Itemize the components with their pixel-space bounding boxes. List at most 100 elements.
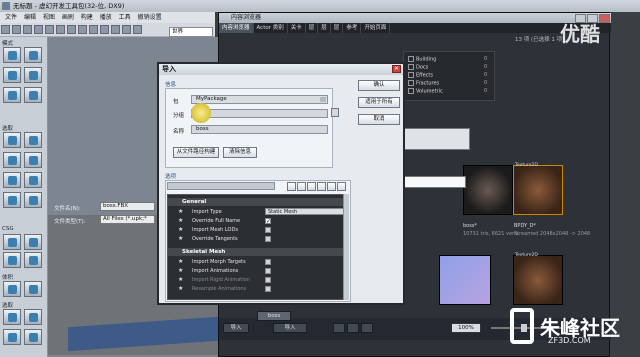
resample-animations-checkbox[interactable] (265, 286, 271, 292)
view-grid-icon[interactable] (347, 323, 359, 333)
file-type-select[interactable]: All Files (*.upk;* (100, 215, 155, 224)
select-invert-button[interactable] (3, 329, 21, 345)
thumb-normal-map[interactable] (439, 255, 491, 305)
mesh-paint-button[interactable] (3, 87, 21, 103)
show-all-button[interactable] (24, 309, 42, 325)
browse-icon[interactable] (331, 108, 339, 117)
filter-docs[interactable]: Docs 0 (408, 64, 487, 71)
star-icon[interactable]: ★ (178, 285, 183, 293)
play-icon[interactable] (133, 25, 142, 34)
lighting-icon[interactable] (111, 25, 120, 34)
tab-actor-classes[interactable]: Actor 类别 (254, 23, 288, 33)
csg-intersect-button[interactable] (3, 252, 21, 268)
menu-edit[interactable]: 编辑 (24, 14, 36, 21)
import-type-select[interactable]: Static Mesh (265, 208, 347, 215)
menu-view[interactable]: 视图 (43, 14, 55, 21)
show-selected-button[interactable] (24, 329, 42, 345)
view-split-icon[interactable] (361, 323, 373, 333)
menu-undo-settings[interactable]: 撤销设置 (138, 14, 162, 21)
import-button[interactable]: 导入 (273, 323, 307, 333)
hide-selected-button[interactable] (3, 309, 21, 325)
menu-build[interactable]: 构建 (81, 14, 93, 21)
star-icon[interactable]: ★ (178, 258, 183, 266)
csg-subtract-button[interactable] (24, 234, 42, 250)
filter-fractures[interactable]: Fractures 0 (408, 80, 487, 87)
cylinder-brush-button[interactable] (3, 152, 21, 168)
star-icon[interactable]: ★ (178, 235, 183, 243)
filter-icon[interactable] (337, 182, 346, 191)
open-icon[interactable] (12, 25, 21, 34)
geometry-mode-button[interactable] (24, 47, 42, 63)
csg-deintersect-button[interactable] (24, 252, 42, 268)
close-icon[interactable] (599, 14, 610, 23)
save-icon[interactable] (23, 25, 32, 34)
texture-mode-button[interactable] (24, 67, 42, 83)
search-field[interactable]: boss (257, 311, 291, 321)
file-name-field[interactable]: boss.FBX (100, 202, 155, 211)
add-volume-button[interactable] (3, 281, 21, 297)
group-field[interactable] (191, 109, 328, 118)
tab-layers-3[interactable]: 层 (331, 23, 344, 33)
paths-icon[interactable] (122, 25, 131, 34)
terrain-mode-button[interactable] (3, 67, 21, 83)
volumetric-brush-button[interactable] (3, 192, 21, 208)
menu-file[interactable]: 文件 (5, 14, 17, 21)
foliage-mode-button[interactable] (24, 87, 42, 103)
tab-references[interactable]: 参考 (343, 23, 362, 33)
new-icon[interactable] (1, 25, 10, 34)
star-icon[interactable]: ★ (178, 267, 183, 275)
options-filter-field[interactable] (167, 182, 275, 190)
undo-icon[interactable] (34, 25, 43, 34)
name-field[interactable]: boss (191, 125, 328, 134)
tab-levels[interactable]: 关卡 (288, 23, 306, 33)
search-icon[interactable] (56, 25, 65, 34)
build-from-path-button[interactable]: 从文件路径构建 (173, 147, 219, 158)
tab-start-page[interactable]: 开始页面 (361, 23, 391, 33)
filter-building[interactable]: Building 0 (408, 56, 487, 63)
import-morph-targets-checkbox[interactable] (265, 259, 271, 265)
world-select[interactable]: 世界 (169, 27, 213, 37)
filter-effects[interactable]: Effects 0 (408, 72, 487, 79)
build-icon[interactable] (100, 25, 109, 34)
redo-icon[interactable] (45, 25, 54, 34)
general-category-header[interactable]: General (168, 198, 344, 206)
import-back-button[interactable]: 导入 (223, 323, 249, 333)
spiral-brush-button[interactable] (24, 192, 42, 208)
filter-volumetric[interactable]: Volumetric 0 (408, 88, 487, 95)
override-tangents-checkbox[interactable] (265, 236, 271, 242)
thumb-boss-mesh[interactable] (463, 165, 513, 215)
options-scrollbar[interactable] (343, 194, 349, 300)
menu-brush[interactable]: 画刷 (62, 14, 74, 21)
star-icon[interactable]: ★ (178, 276, 183, 284)
skeletal-category-header[interactable]: Skeletal Mesh (168, 248, 344, 256)
menu-play[interactable]: 播放 (100, 14, 112, 21)
menu-tools[interactable]: 工具 (119, 14, 131, 21)
matinee-icon[interactable] (89, 25, 98, 34)
override-full-name-checkbox[interactable]: ✓ (265, 218, 271, 225)
collapse-icon[interactable] (317, 182, 326, 191)
csg-add-button[interactable] (3, 234, 21, 250)
content-browser-icon[interactable] (67, 25, 76, 34)
add-special-button[interactable] (24, 281, 42, 297)
star-icon[interactable]: ★ (178, 217, 183, 225)
zoom-select[interactable]: 100% (451, 323, 481, 333)
package-dropdown[interactable]: MyPackage (191, 95, 328, 104)
sheet-brush-button[interactable] (3, 172, 21, 188)
thumb-bpdy-texture[interactable] (513, 165, 563, 215)
lock-icon[interactable] (327, 182, 336, 191)
cube-brush-button[interactable] (3, 132, 21, 148)
camera-mode-button[interactable] (3, 47, 21, 63)
sphere-brush-button[interactable] (24, 172, 42, 188)
tab-content-browser[interactable]: 内容浏览器 (219, 23, 254, 33)
search-icon[interactable] (287, 182, 296, 191)
thumb-spec-texture[interactable] (513, 255, 563, 305)
clear-info-button[interactable]: 清除信息 (223, 147, 257, 158)
copy-icon[interactable] (297, 182, 306, 191)
import-rigid-animation-checkbox[interactable] (265, 277, 271, 283)
cancel-button[interactable]: 取消 (358, 114, 400, 125)
star-icon[interactable]: ★ (178, 208, 183, 216)
kismet-icon[interactable] (78, 25, 87, 34)
import-mesh-lods-checkbox[interactable] (265, 227, 271, 233)
apply-to-all-button[interactable]: 适用于所有 (358, 97, 400, 108)
cone-brush-button[interactable] (24, 132, 42, 148)
